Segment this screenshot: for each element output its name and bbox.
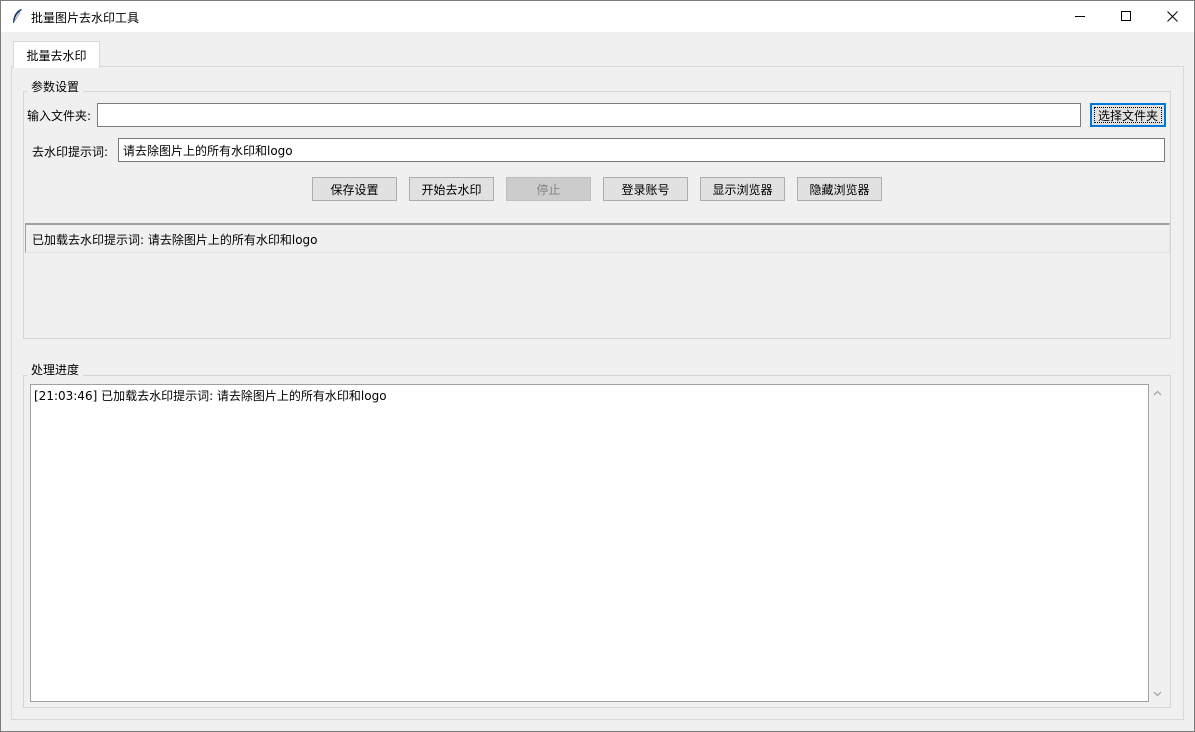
close-button[interactable] — [1149, 1, 1195, 32]
scroll-up-button[interactable] — [1149, 384, 1166, 401]
maximize-icon — [1120, 11, 1131, 21]
status-bar: 已加载去水印提示词: 请去除图片上的所有水印和logo — [25, 223, 1170, 253]
scroll-down-button[interactable] — [1149, 685, 1166, 702]
choose-folder-label: 选择文件夹 — [1097, 108, 1158, 123]
minimize-button[interactable] — [1057, 1, 1103, 32]
log-line: [21:03:46] 已加载去水印提示词: 请去除图片上的所有水印和logo — [34, 389, 387, 403]
stop-button[interactable]: 停止 — [506, 177, 591, 201]
log-textarea[interactable]: [21:03:46] 已加载去水印提示词: 请去除图片上的所有水印和logo — [30, 384, 1149, 702]
show-browser-button[interactable]: 显示浏览器 — [700, 177, 785, 201]
prompt-label: 去水印提示词: — [32, 145, 109, 159]
feather-icon — [13, 9, 22, 23]
status-text: 已加载去水印提示词: 请去除图片上的所有水印和logo — [32, 233, 318, 247]
tab-batch-watermark[interactable]: 批量去水印 — [13, 41, 100, 68]
maximize-button[interactable] — [1103, 1, 1149, 32]
minimize-icon — [1074, 16, 1085, 17]
close-icon — [1166, 11, 1178, 22]
hide-browser-button[interactable]: 隐藏浏览器 — [797, 177, 882, 201]
window-title: 批量图片去水印工具 — [31, 11, 140, 25]
tab-label: 批量去水印 — [26, 48, 87, 63]
app-window: 批量图片去水印工具 批量去水印 参数设置 输入文件夹: 选择文件夹 去水印提示词… — [0, 0, 1195, 732]
hide-browser-label: 隐藏浏览器 — [809, 182, 870, 197]
progress-group-title: 处理进度 — [27, 361, 84, 378]
login-label: 登录账号 — [621, 182, 670, 197]
input-folder-label: 输入文件夹: — [27, 109, 92, 123]
choose-folder-button[interactable]: 选择文件夹 — [1090, 103, 1166, 127]
chevron-down-icon — [1153, 691, 1162, 696]
login-button[interactable]: 登录账号 — [603, 177, 688, 201]
save-settings-button[interactable]: 保存设置 — [312, 177, 397, 201]
stop-label: 停止 — [536, 182, 561, 197]
log-scrollbar[interactable] — [1149, 384, 1166, 702]
title-bar: 批量图片去水印工具 — [1, 1, 1194, 32]
input-folder-field[interactable] — [97, 103, 1081, 127]
prompt-field[interactable] — [118, 138, 1165, 162]
chevron-up-icon — [1153, 390, 1162, 395]
show-browser-label: 显示浏览器 — [712, 182, 773, 197]
save-settings-label: 保存设置 — [330, 182, 379, 197]
params-group — [23, 91, 1171, 339]
params-group-title: 参数设置 — [27, 78, 84, 95]
start-label: 开始去水印 — [421, 182, 482, 197]
start-button[interactable]: 开始去水印 — [409, 177, 494, 201]
